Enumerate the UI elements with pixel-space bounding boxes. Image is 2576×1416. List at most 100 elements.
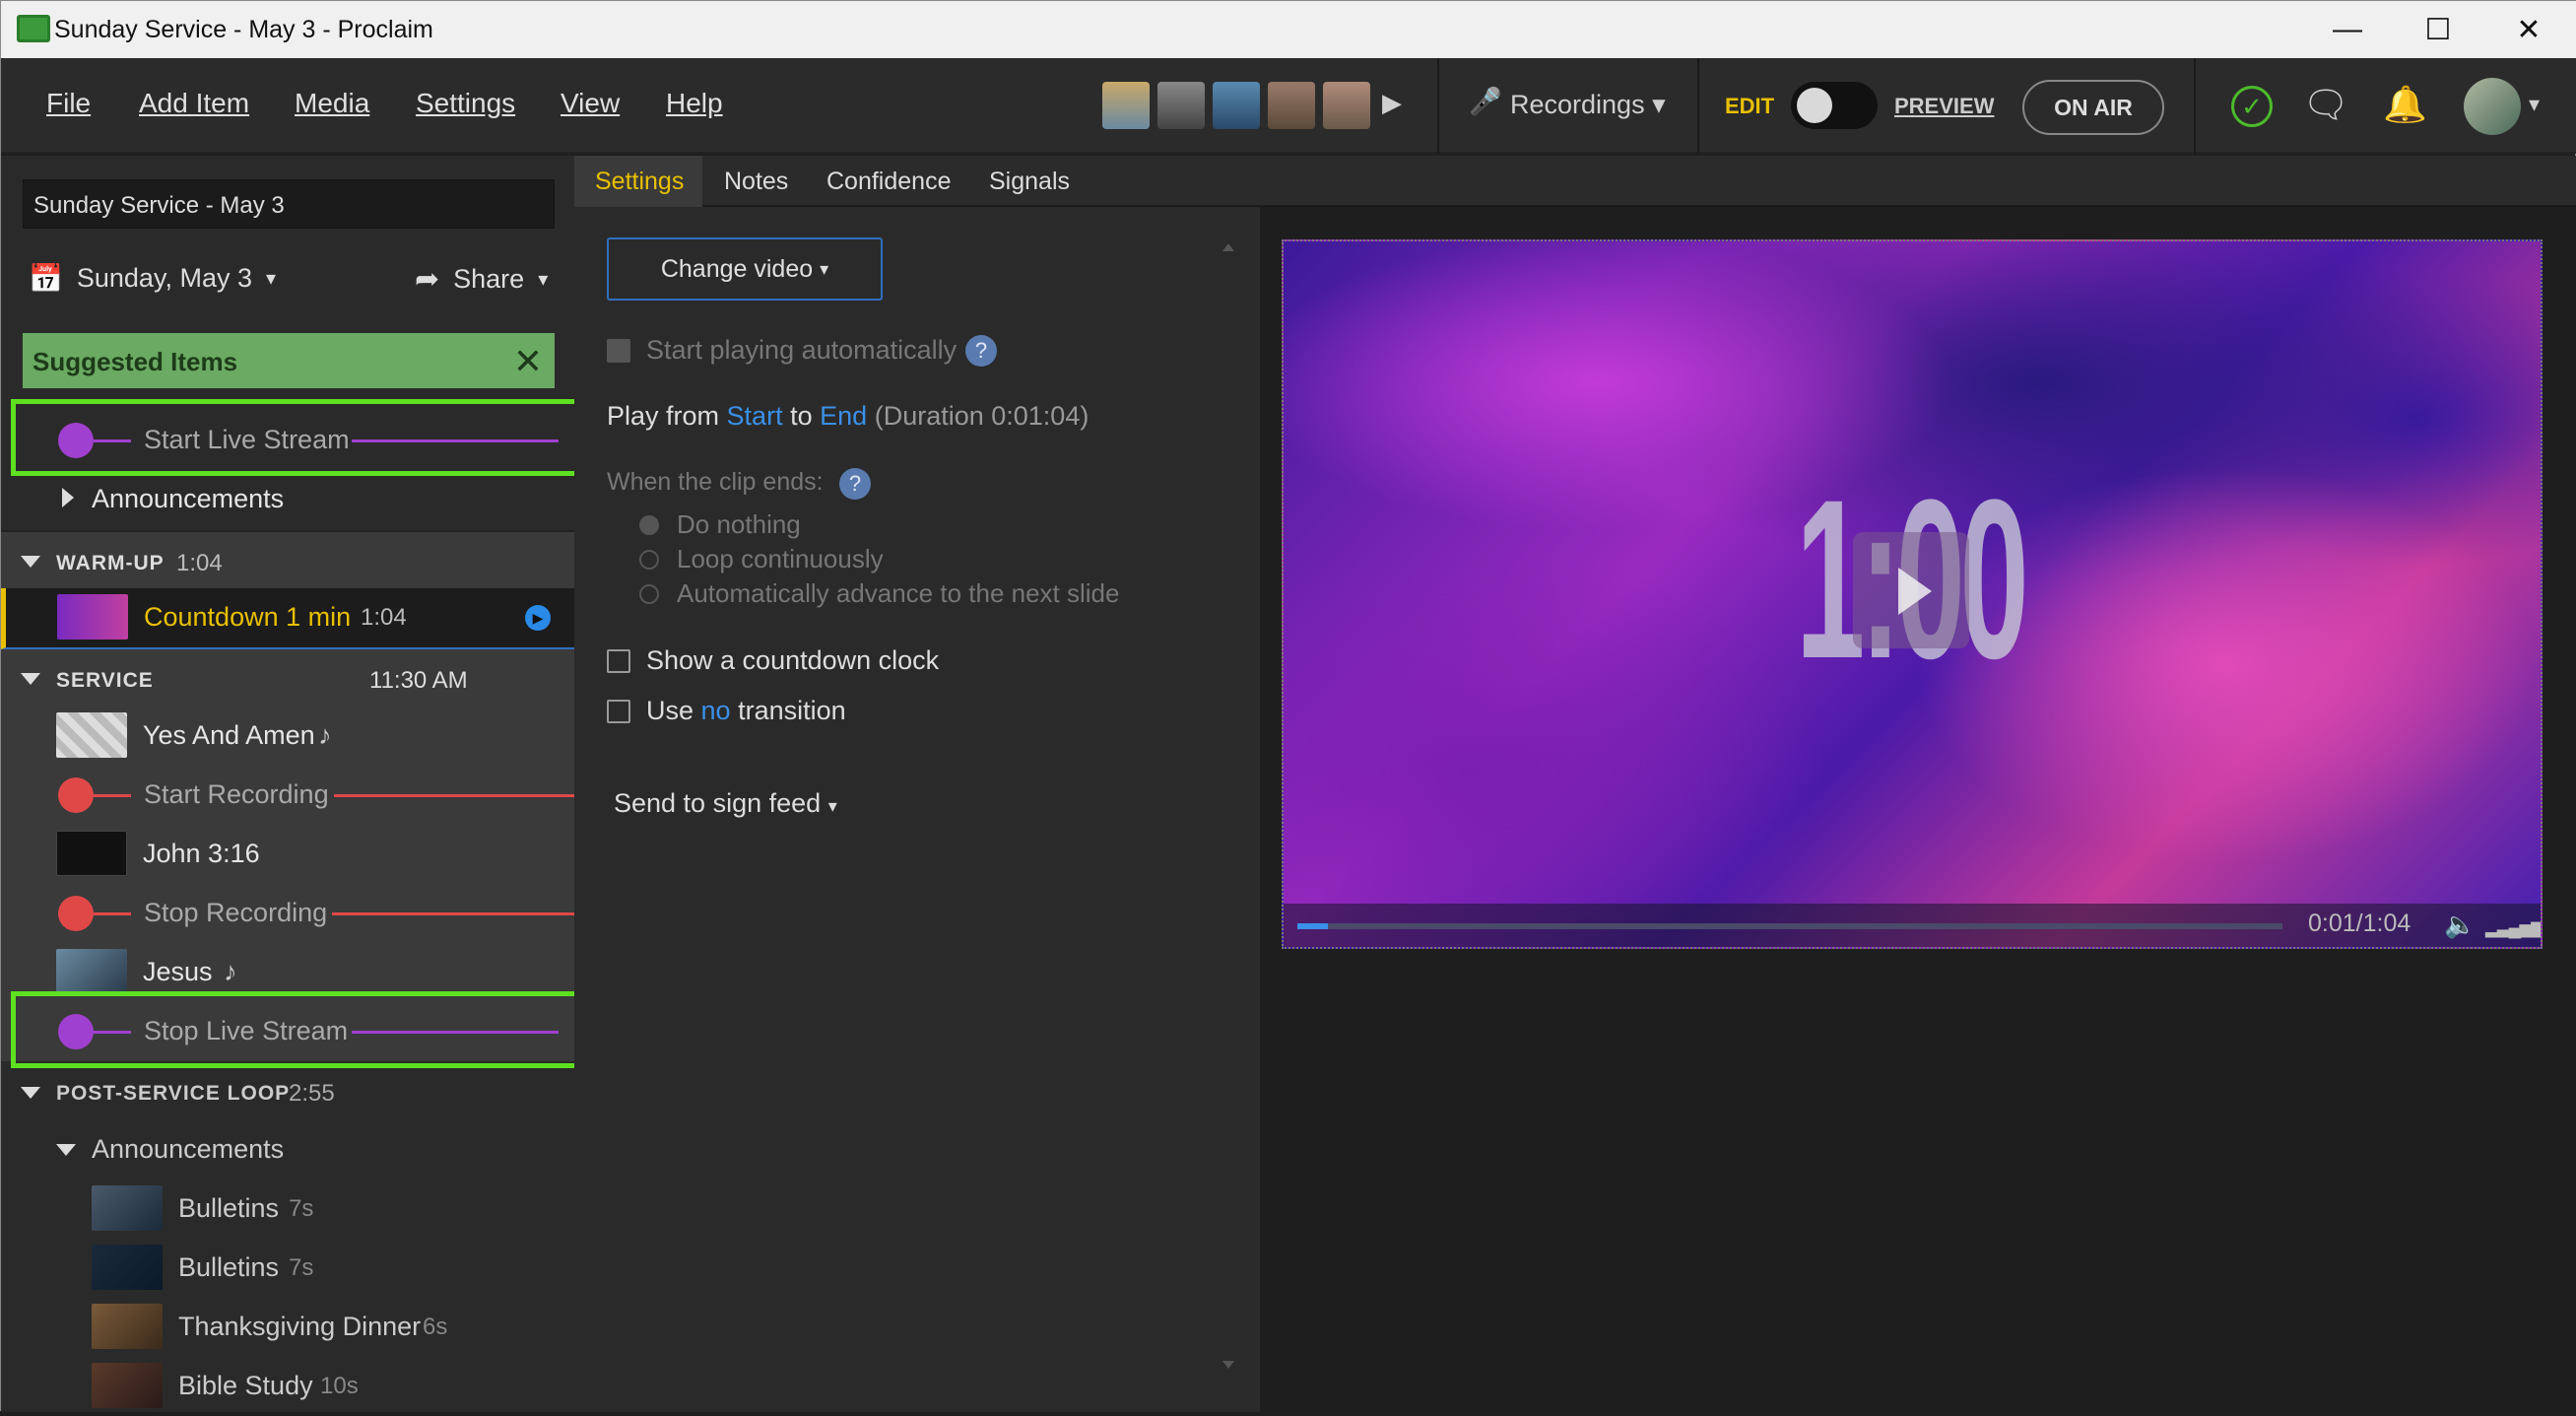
section-warm-up[interactable]: WARM-UP 1:04 (1, 530, 574, 589)
loop-label: Loop continuously (677, 544, 884, 573)
minimize-icon[interactable]: — (2302, 1, 2393, 58)
list-item-john-3-16[interactable]: John 3:16 (1, 825, 574, 884)
tab-signals[interactable]: Signals (989, 168, 1070, 196)
menu-view[interactable]: View (561, 88, 620, 119)
bell-icon[interactable]: 🔔 (2383, 84, 2427, 125)
menu-help[interactable]: Help (666, 88, 723, 119)
duration-label: (Duration 0:01:04) (874, 401, 1090, 431)
help-icon[interactable]: ? (965, 335, 997, 367)
title-bar: Sunday Service - May 3 - Proclaim — ☐ ✕ (1, 1, 2576, 58)
radio-loop[interactable] (639, 550, 659, 570)
volume-icon[interactable]: 🔈 (2444, 910, 2476, 940)
service-name-field[interactable]: Sunday Service - May 3 (23, 179, 555, 229)
transition-checkbox[interactable] (607, 700, 630, 723)
list-item-announcements[interactable]: Announcements (1, 470, 574, 529)
help-icon[interactable]: ? (839, 468, 871, 500)
play-icon[interactable] (1853, 532, 1969, 648)
section-label: WARM-UP (56, 552, 165, 574)
avatar[interactable] (1213, 82, 1260, 129)
suggested-items-banner[interactable]: Suggested Items ✕ (23, 333, 555, 388)
preview-label[interactable]: PREVIEW (1894, 94, 1994, 119)
collapse-icon[interactable] (21, 1087, 40, 1099)
edit-preview-toggle[interactable] (1791, 82, 1878, 129)
avatar[interactable] (1323, 82, 1370, 129)
recordings-dropdown[interactable]: Recordings ▾ (1510, 90, 1666, 120)
autoplay-checkbox[interactable] (607, 339, 630, 363)
change-video-button[interactable]: Change video ▾ (607, 237, 883, 301)
avatar[interactable] (1268, 82, 1315, 129)
list-item-thanksgiving-dinner[interactable]: Thanksgiving Dinner 6s (1, 1298, 574, 1357)
avatar[interactable] (1157, 82, 1205, 129)
use-label: Use (646, 696, 694, 725)
close-icon[interactable]: ✕ (513, 341, 543, 382)
collapse-icon[interactable] (56, 1144, 76, 1156)
list-item-start-recording[interactable]: Start Recording (1, 766, 574, 825)
suggested-items-title: Suggested Items (33, 347, 238, 376)
transition-label: transition (738, 696, 846, 725)
section-service[interactable]: SERVICE 11:30 AM (1, 649, 574, 708)
radio-do-nothing[interactable] (639, 515, 659, 535)
status-check-icon[interactable]: ✓ (2231, 86, 2273, 127)
playback-time: 0:01/1:04 (2308, 910, 2411, 937)
tab-confidence[interactable]: Confidence (826, 168, 951, 196)
section-post-service-loop[interactable]: POST-SERVICE LOOP 2:55 (1, 1065, 574, 1120)
chevron-down-icon: ▾ (265, 268, 277, 290)
volume-level-icon[interactable]: ▂▃▄▅▆▇ (2485, 917, 2541, 938)
tab-settings[interactable]: Settings (595, 168, 684, 196)
list-item-announcements-group[interactable]: Announcements (1, 1120, 574, 1180)
chat-icon[interactable]: 🗨 (2302, 84, 2349, 127)
slide-thumbnail (92, 1245, 163, 1290)
start-link[interactable]: Start (727, 401, 783, 431)
menu-bar: File Add Item Media Settings View Help ▶… (1, 58, 2576, 154)
stop-icon (58, 896, 94, 931)
recordings-label: Recordings (1510, 90, 1645, 119)
list-item-countdown[interactable]: Countdown 1 min 1:04 ▶ (1, 588, 574, 649)
date-dropdown[interactable]: 📅 Sunday, May 3 ▾ (29, 262, 276, 295)
menu-file[interactable]: File (46, 88, 91, 119)
send-sign-feed-dropdown[interactable]: Send to sign feed ▾ (614, 788, 837, 819)
play-arrow-icon[interactable]: ▶ (1382, 88, 1402, 118)
slide-thumbnail (92, 1363, 163, 1408)
to-label: to (790, 401, 813, 431)
playback-bar[interactable]: 0:01/1:04 🔈 ▂▃▄▅▆▇ (1284, 904, 2541, 947)
scroll-down-icon[interactable] (1222, 1361, 1234, 1369)
team-avatars[interactable] (1102, 82, 1370, 129)
menu-add-item[interactable]: Add Item (139, 88, 249, 119)
list-item-stop-recording[interactable]: Stop Recording (1, 884, 574, 943)
clip-ends-label: When the clip ends: (607, 468, 824, 496)
collapse-icon[interactable] (21, 673, 40, 685)
music-note-icon: ♪ (318, 720, 332, 750)
list-item-yes-and-amen[interactable]: Yes And Amen ♪ (1, 707, 574, 766)
video-preview[interactable]: 1:00 0:01/1:04 🔈 ▂▃▄▅▆▇ (1282, 239, 2543, 949)
close-icon[interactable]: ✕ (2483, 1, 2574, 58)
expand-icon[interactable] (62, 488, 74, 507)
list-item-bulletins[interactable]: Bulletins 7s (1, 1239, 574, 1298)
avatar[interactable] (1102, 82, 1150, 129)
list-item-bulletins[interactable]: Bulletins 7s (1, 1180, 574, 1239)
scrub-track[interactable] (1297, 923, 2282, 929)
music-note-icon: ♪ (224, 957, 237, 986)
list-item-bible-study[interactable]: Bible Study 10s (1, 1357, 574, 1416)
menu-media[interactable]: Media (295, 88, 369, 119)
scroll-up-icon[interactable] (1222, 243, 1234, 251)
on-air-button[interactable]: ON AIR (2022, 80, 2164, 135)
divider (1697, 58, 1699, 154)
scrub-progress (1297, 923, 1328, 929)
transition-link[interactable]: no (701, 696, 731, 725)
menu-settings[interactable]: Settings (416, 88, 515, 119)
song-thumbnail (56, 712, 127, 758)
item-label: Bulletins (178, 1252, 280, 1282)
end-link[interactable]: End (820, 401, 867, 431)
section-label: POST-SERVICE LOOP (56, 1082, 291, 1105)
item-duration: 1:04 (361, 604, 407, 631)
microphone-icon (58, 777, 94, 813)
collapse-icon[interactable] (21, 556, 40, 568)
radio-advance[interactable] (639, 584, 659, 604)
share-dropdown[interactable]: ➦ Share ▾ (415, 262, 548, 297)
tab-notes[interactable]: Notes (724, 168, 788, 196)
maximize-icon[interactable]: ☐ (2393, 1, 2483, 58)
countdown-clock-checkbox[interactable] (607, 649, 630, 673)
chevron-down-icon[interactable]: ▾ (2529, 92, 2540, 117)
playing-icon[interactable]: ▶ (525, 605, 551, 631)
user-avatar[interactable] (2464, 78, 2521, 135)
